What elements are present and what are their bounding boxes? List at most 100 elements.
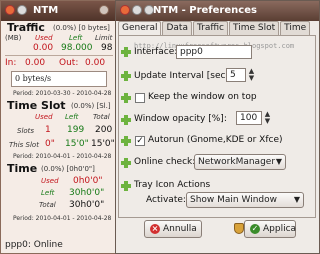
autorun-checkbox[interactable]: ✓: [135, 136, 145, 146]
keep-on-top-checkbox[interactable]: [135, 93, 145, 103]
traffic-limit-value: 98: [101, 43, 113, 53]
add-icon: [121, 181, 131, 191]
time-total-label: Total: [39, 201, 56, 209]
shield-icon: [234, 223, 244, 234]
update-interval-label: Update Interval [sec]:: [134, 71, 233, 81]
traffic-speed-box: 0 bytes/s: [11, 71, 107, 87]
interface-input[interactable]: ppp0: [176, 45, 252, 59]
traffic-out-value: 0.00: [85, 58, 106, 68]
window-opacity-input[interactable]: 100: [236, 111, 262, 125]
traffic-in-label: In:: [5, 58, 17, 68]
time-left-value: 30h0'0": [69, 188, 105, 198]
time-left-label: Left: [41, 189, 55, 197]
traffic-speed: 0 bytes/s: [15, 74, 52, 83]
tab-general[interactable]: General: [118, 21, 162, 36]
traffic-limit-header: Limit: [95, 34, 113, 42]
add-icon: [121, 115, 131, 125]
online-check-select[interactable]: NetworkManager ▼: [194, 154, 286, 170]
activate-label: Activate:: [146, 195, 186, 205]
autorun-label: Autorun (Gnome,KDE or Xfce): [148, 135, 283, 145]
window-opacity-label: Window opacity [%]:: [134, 114, 227, 124]
chevron-down-icon: ▼: [293, 195, 300, 204]
add-icon: [121, 47, 131, 57]
preferences-title: NTM - Preferences: [153, 5, 257, 16]
timeslot-used-header: Used: [35, 113, 53, 121]
online-check-value: NetworkManager: [198, 157, 276, 167]
general-panel: [118, 35, 316, 218]
timeslot-left-header: Left: [65, 113, 79, 121]
traffic-subtitle: (0.0%) [0 bytes]: [53, 24, 110, 32]
window-opacity-spinner[interactable]: ▲ ▼: [262, 111, 273, 125]
add-icon: [121, 71, 131, 81]
minimize-icon[interactable]: [132, 5, 142, 15]
traffic-period: Period: 2010-03-30 - 2010-04-28: [13, 90, 112, 97]
add-icon: [121, 93, 131, 103]
traffic-left-value: 98.000: [61, 43, 93, 53]
traffic-used-header: Used: [35, 34, 53, 42]
update-interval-input[interactable]: 5: [226, 68, 246, 82]
interface-label: Interface:: [134, 47, 178, 57]
time-title: Time: [7, 162, 38, 175]
cancel-label: Annulla: [163, 224, 197, 234]
time-total-value: 30h0'0": [69, 200, 105, 210]
tab-bar: General Data Traffic Time Slot Time: [118, 21, 311, 36]
status-bar: ppp0: Online: [1, 237, 115, 253]
traffic-in-value: 0.00: [25, 58, 46, 68]
apply-label: Applica: [263, 224, 297, 234]
update-interval-value: 5: [230, 70, 236, 80]
timeslot-total-header: Total: [93, 113, 110, 121]
traffic-divider: [5, 55, 113, 56]
tray-actions-label: Tray Icon Actions: [134, 180, 211, 190]
window-opacity-value: 100: [240, 113, 258, 123]
timeslot-slots-used: 1: [45, 125, 51, 135]
ntm-titlebar: NTM: [1, 1, 115, 21]
timeslot-subtitle: (0.0%) [Sl.]: [71, 102, 111, 110]
chevron-down-icon: ▼: [275, 157, 282, 166]
timeslot-this-total: 15'0": [91, 139, 115, 149]
tab-data[interactable]: Data: [162, 21, 192, 35]
check-icon: ✓: [250, 224, 260, 234]
time-subtitle: (0.0%) [0h0'0"]: [41, 165, 95, 173]
traffic-left-header: Left: [69, 34, 83, 42]
ntm-title: NTM: [33, 5, 59, 16]
time-used-value: 0h0'0": [73, 176, 103, 186]
tab-time-slot[interactable]: Time Slot: [229, 21, 280, 35]
ntm-window: NTM Traffic (0.0%) [0 bytes] (MB) Used L…: [0, 0, 116, 254]
update-interval-spinner[interactable]: ▲ ▼: [246, 68, 257, 82]
preferences-titlebar: NTM - Preferences: [116, 1, 319, 21]
apply-button[interactable]: ✓ Applica: [244, 220, 296, 238]
time-used-label: Used: [41, 177, 59, 185]
timeslot-slots-label: Slots: [17, 127, 35, 135]
keep-on-top-label: Keep the window on top: [148, 92, 257, 102]
traffic-used-value: 0.00: [33, 43, 54, 53]
connection-status: ppp0: Online: [5, 240, 63, 250]
timeslot-this-left: 15'0": [65, 139, 89, 149]
traffic-unit: (MB): [5, 34, 22, 42]
tab-traffic[interactable]: Traffic: [192, 21, 229, 35]
add-icon: [121, 136, 131, 146]
cancel-icon: ×: [150, 224, 160, 234]
interface-value: ppp0: [180, 47, 203, 57]
spin-down-icon[interactable]: ▼: [262, 118, 273, 125]
time-period: Period: 2010-04-01 - 2010-04-28: [13, 215, 112, 222]
traffic-out-label: Out:: [59, 58, 79, 68]
timeslot-this-label: This Slot: [9, 141, 39, 149]
preferences-window: NTM - Preferences General Data Traffic T…: [115, 0, 320, 254]
status-indicator-icon: [99, 5, 109, 15]
timeslot-slots-left: 199: [67, 125, 85, 135]
traffic-title: Traffic: [7, 21, 45, 34]
activate-select[interactable]: Show Main Window ▼: [186, 192, 304, 208]
timeslot-title: Time Slot: [7, 99, 66, 112]
timeslot-period: Period: 2010-04-01 - 2010-04-28: [13, 153, 112, 160]
close-icon[interactable]: [5, 5, 15, 15]
online-check-label: Online check:: [134, 157, 196, 167]
add-icon: [121, 158, 131, 168]
tab-time[interactable]: Time: [280, 21, 311, 35]
close-icon[interactable]: [120, 5, 130, 15]
spin-down-icon[interactable]: ▼: [246, 75, 257, 82]
cancel-button[interactable]: × Annulla: [144, 220, 202, 238]
timeslot-slots-total: 200: [95, 125, 113, 135]
activate-value: Show Main Window: [190, 195, 277, 205]
timeslot-this-used: 0": [45, 139, 55, 149]
minimize-icon[interactable]: [17, 5, 27, 15]
